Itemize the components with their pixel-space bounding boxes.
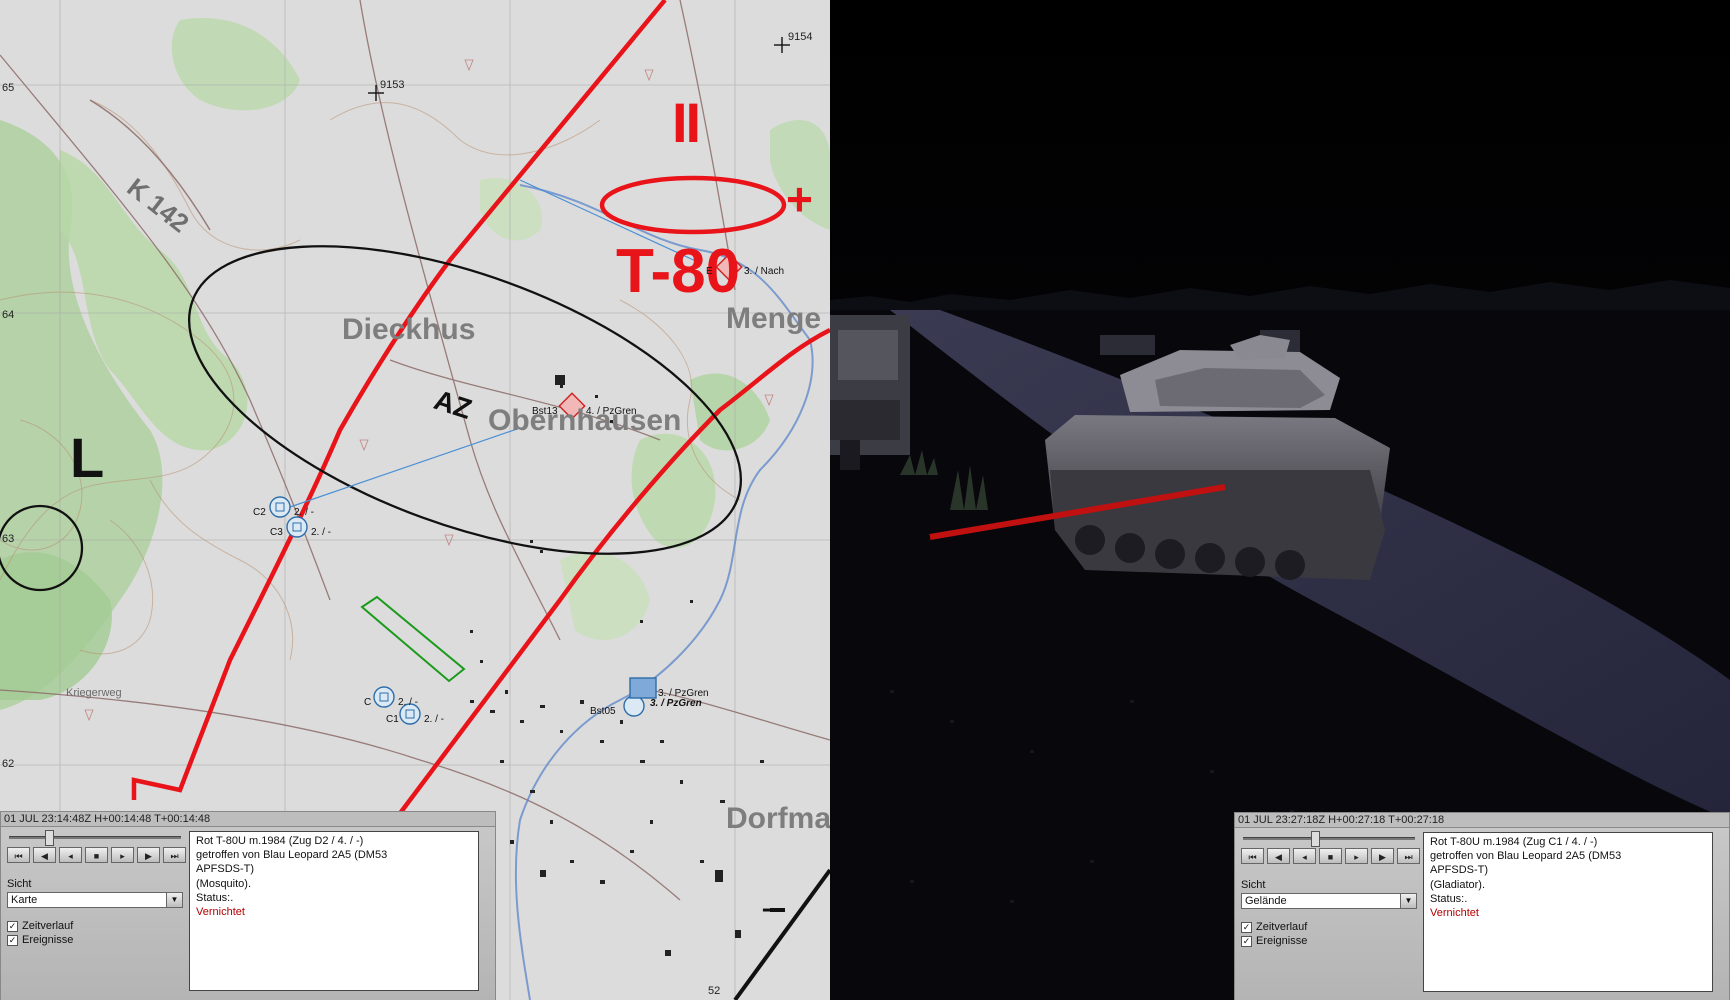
timeline-slider[interactable]	[9, 836, 181, 839]
grid-number-9154: 9154	[788, 31, 813, 43]
checkbox-checked-icon[interactable]: ✓	[7, 934, 18, 946]
unit-label-pzgren4: 4. / PzGren	[586, 406, 637, 417]
view-select[interactable]: Gelände ▼	[1241, 893, 1417, 909]
timeline-checkbox[interactable]: ✓ Zeitverlauf	[1241, 921, 1307, 933]
unit-label-c[interactable]: C	[364, 697, 371, 708]
place-name-obernhausen: Obernhausen	[488, 404, 682, 437]
playback-controls: ⏮ ◀ ◂ ■ ▸ ▶ ⏭	[1241, 848, 1420, 864]
info-line: getroffen von Blau Leopard 2A5 (DM53	[1430, 850, 1622, 863]
step-forward-button[interactable]: ▸	[111, 847, 134, 863]
timeline-checkbox-label: Zeitverlauf	[1256, 921, 1308, 933]
rewind-button[interactable]: ◀	[33, 847, 56, 863]
event-info-box: Rot T-80U m.1984 (Zug C1 / 4. / -) getro…	[1423, 832, 1713, 992]
skip-start-button[interactable]: ⏮	[1241, 848, 1264, 864]
timeline-checkbox[interactable]: ✓ Zeitverlauf	[7, 920, 73, 932]
play-button[interactable]: ▶	[1371, 848, 1394, 864]
grid-number-52: 52	[708, 985, 721, 997]
grid-number-9153: 9153	[380, 79, 405, 91]
info-line: (Gladiator).	[1430, 878, 1486, 891]
terrain-3d-view[interactable]: 01 JUL 23:27:18Z H+00:27:18 T+00:27:18 ⏮…	[830, 0, 1730, 1000]
tactical-label-minus: –	[762, 892, 779, 925]
unit-label-c2-side: 2. / -	[294, 507, 315, 518]
status-destroyed: Vernichtet	[1430, 907, 1479, 920]
info-line: Rot T-80U m.1984 (Zug D2 / 4. / -)	[196, 835, 364, 847]
time-readout: 01 JUL 23:14:48Z H+00:14:48 T+00:14:48	[1, 812, 495, 827]
view-select-value: Gelände	[1245, 895, 1287, 907]
grid-number-62: 62	[2, 758, 15, 770]
playback-controls: ⏮ ◀ ◂ ■ ▸ ▶ ⏭	[7, 847, 186, 863]
view-select[interactable]: Karte ▼	[7, 892, 183, 908]
play-button[interactable]: ▶	[137, 847, 160, 863]
timeline-checkbox-label: Zeitverlauf	[22, 920, 74, 932]
skip-end-button[interactable]: ⏭	[163, 847, 186, 863]
step-back-button[interactable]: ◂	[59, 847, 82, 863]
status-destroyed: Vernichtet	[196, 906, 245, 919]
events-checkbox[interactable]: ✓ Ereignisse	[1241, 935, 1307, 947]
tactical-label-l: L	[70, 426, 105, 489]
events-checkbox-label: Ereignisse	[1256, 935, 1308, 947]
step-forward-button[interactable]: ▸	[1345, 848, 1368, 864]
unit-label-c1-side: 2. / -	[424, 714, 445, 725]
aar-panel-left: 01 JUL 23:14:48Z H+00:14:48 T+00:14:48 ⏮…	[0, 811, 496, 1000]
info-line: Status:.	[1430, 892, 1468, 905]
view-select-value: Karte	[11, 894, 38, 906]
aar-panel-right: 01 JUL 23:27:18Z H+00:27:18 T+00:27:18 ⏮…	[1234, 812, 1730, 1000]
chevron-down-icon[interactable]: ▼	[1400, 894, 1416, 908]
info-line: (Mosquito).	[196, 877, 252, 890]
info-line: getroffen von Blau Leopard 2A5 (DM53	[196, 849, 388, 862]
timeline-slider-thumb[interactable]	[45, 830, 54, 846]
stop-button[interactable]: ■	[85, 847, 108, 863]
place-name-kriegerweg: Kriegerweg	[66, 687, 122, 699]
info-line: Status:.	[196, 891, 234, 904]
step-back-button[interactable]: ◂	[1293, 848, 1316, 864]
unit-label-c3-side: 2. / -	[311, 527, 332, 538]
view-label: Sicht	[1241, 879, 1266, 891]
grid-number-65: 65	[2, 82, 15, 94]
checkbox-checked-icon[interactable]: ✓	[1241, 935, 1252, 947]
tactical-label-brigade: II	[672, 91, 701, 154]
unit-label-nach: 3. / Nach	[744, 266, 785, 277]
stop-button[interactable]: ■	[1319, 848, 1342, 864]
grid-number-63: 63	[2, 533, 15, 545]
unit-label-c-side: 2. / -	[398, 697, 419, 708]
rewind-button[interactable]: ◀	[1267, 848, 1290, 864]
skip-start-button[interactable]: ⏮	[7, 847, 30, 863]
timeline-slider-thumb[interactable]	[1311, 831, 1320, 847]
timeline-slider[interactable]	[1243, 837, 1415, 840]
events-checkbox[interactable]: ✓ Ereignisse	[7, 934, 73, 946]
unit-label-c3[interactable]: C3	[270, 527, 283, 538]
grid-number-64: 64	[2, 309, 15, 321]
unit-label-e: E	[706, 266, 713, 277]
tactical-label-plus: +	[786, 173, 813, 225]
events-checkbox-label: Ereignisse	[22, 934, 74, 946]
info-line: APFSDS-T)	[1430, 864, 1489, 877]
unit-label-c1[interactable]: C1	[386, 714, 399, 725]
time-readout: 01 JUL 23:27:18Z H+00:27:18 T+00:27:18	[1235, 813, 1729, 828]
tactical-map[interactable]: 65 64 63 62 9153 9154 52 Dieckhus Obernh…	[0, 0, 830, 1000]
checkbox-checked-icon[interactable]: ✓	[7, 920, 18, 932]
place-name-menge: Menge	[726, 302, 822, 335]
unit-label-bst05[interactable]: Bst05	[590, 706, 616, 717]
place-name-dorfma: Dorfma	[726, 802, 830, 835]
info-line: APFSDS-T)	[196, 863, 255, 876]
event-info-box: Rot T-80U m.1984 (Zug D2 / 4. / -) getro…	[189, 831, 479, 991]
tactical-label-t80: T-80	[616, 237, 741, 306]
unit-label-pzgren3b: 3. / PzGren	[650, 698, 702, 709]
info-line: Rot T-80U m.1984 (Zug C1 / 4. / -)	[1430, 836, 1598, 848]
view-label: Sicht	[7, 878, 32, 890]
chevron-down-icon[interactable]: ▼	[166, 893, 182, 907]
unit-label-c2[interactable]: C2	[253, 507, 266, 518]
place-name-dieckhus: Dieckhus	[342, 313, 476, 346]
unit-label-bst13[interactable]: Bst13	[532, 406, 558, 417]
checkbox-checked-icon[interactable]: ✓	[1241, 921, 1252, 933]
skip-end-button[interactable]: ⏭	[1397, 848, 1420, 864]
